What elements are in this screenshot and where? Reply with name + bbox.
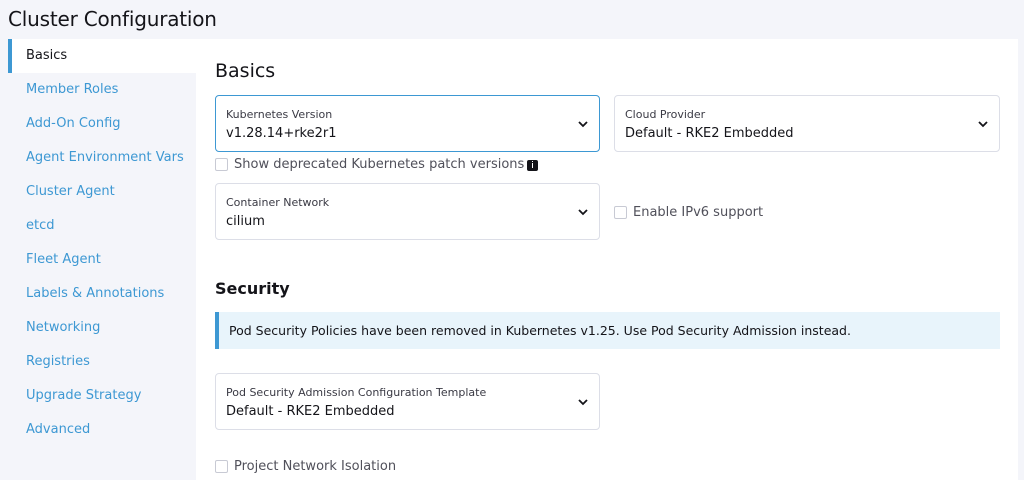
checkbox-box[interactable]: [215, 158, 228, 171]
basics-heading: Basics: [215, 60, 276, 82]
sidebar-item-cluster-agent[interactable]: Cluster Agent: [8, 175, 196, 209]
psa-template-value: Default - RKE2 Embedded: [226, 404, 395, 419]
show-deprecated-checkbox[interactable]: Show deprecated Kubernetes patch version…: [215, 157, 539, 172]
sidebar-item-agent-environment-vars[interactable]: Agent Environment Vars: [8, 141, 196, 175]
sidebar-item-advanced[interactable]: Advanced: [8, 413, 196, 447]
sidebar-item-networking[interactable]: Networking: [8, 311, 196, 345]
kubernetes-version-select[interactable]: Kubernetes Version v1.28.14+rke2r1: [215, 95, 600, 152]
container-network-select[interactable]: Container Network cilium: [215, 183, 600, 240]
banner-text: Pod Security Policies have been removed …: [229, 323, 851, 338]
cloud-provider-value: Default - RKE2 Embedded: [625, 126, 794, 141]
chevron-down-icon: [578, 399, 588, 406]
checkbox-box[interactable]: [215, 460, 228, 473]
checkbox-box[interactable]: [614, 206, 627, 219]
page-title: Cluster Configuration: [8, 7, 217, 31]
sidebar-item-etcd[interactable]: etcd: [8, 209, 196, 243]
info-icon[interactable]: [527, 160, 539, 171]
sidebar-item-registries[interactable]: Registries: [8, 345, 196, 379]
container-network-label: Container Network: [226, 196, 330, 209]
kubernetes-version-value: v1.28.14+rke2r1: [226, 126, 337, 141]
enable-ipv6-label: Enable IPv6 support: [633, 205, 764, 220]
sidebar-item-member-roles[interactable]: Member Roles: [8, 73, 196, 107]
cloud-provider-select[interactable]: Cloud Provider Default - RKE2 Embedded: [614, 95, 1000, 152]
sidebar-item-fleet-agent[interactable]: Fleet Agent: [8, 243, 196, 277]
enable-ipv6-checkbox[interactable]: Enable IPv6 support: [614, 205, 763, 220]
sidebar-item-basics[interactable]: Basics: [8, 39, 196, 73]
main-panel: Basics Kubernetes Version v1.28.14+rke2r…: [196, 39, 1018, 480]
psa-template-label: Pod Security Admission Configuration Tem…: [226, 386, 487, 399]
sidebar-item-labels-annotations[interactable]: Labels & Annotations: [8, 277, 196, 311]
sidebar-nav: Basics Member Roles Add-On Config Agent …: [8, 39, 196, 480]
psa-template-select[interactable]: Pod Security Admission Configuration Tem…: [215, 373, 600, 430]
show-deprecated-label: Show deprecated Kubernetes patch version…: [234, 157, 525, 172]
security-heading: Security: [215, 279, 290, 298]
container-network-value: cilium: [226, 214, 265, 229]
sidebar-item-upgrade-strategy[interactable]: Upgrade Strategy: [8, 379, 196, 413]
sidebar-item-add-on-config[interactable]: Add-On Config: [8, 107, 196, 141]
project-network-isolation-checkbox[interactable]: Project Network Isolation: [215, 459, 396, 474]
cloud-provider-label: Cloud Provider: [625, 108, 706, 121]
project-network-isolation-label: Project Network Isolation: [234, 459, 397, 474]
chevron-down-icon: [978, 121, 988, 128]
kubernetes-version-label: Kubernetes Version: [226, 108, 333, 121]
psp-removed-banner: Pod Security Policies have been removed …: [215, 312, 1000, 349]
chevron-down-icon: [578, 121, 588, 128]
chevron-down-icon: [578, 209, 588, 216]
